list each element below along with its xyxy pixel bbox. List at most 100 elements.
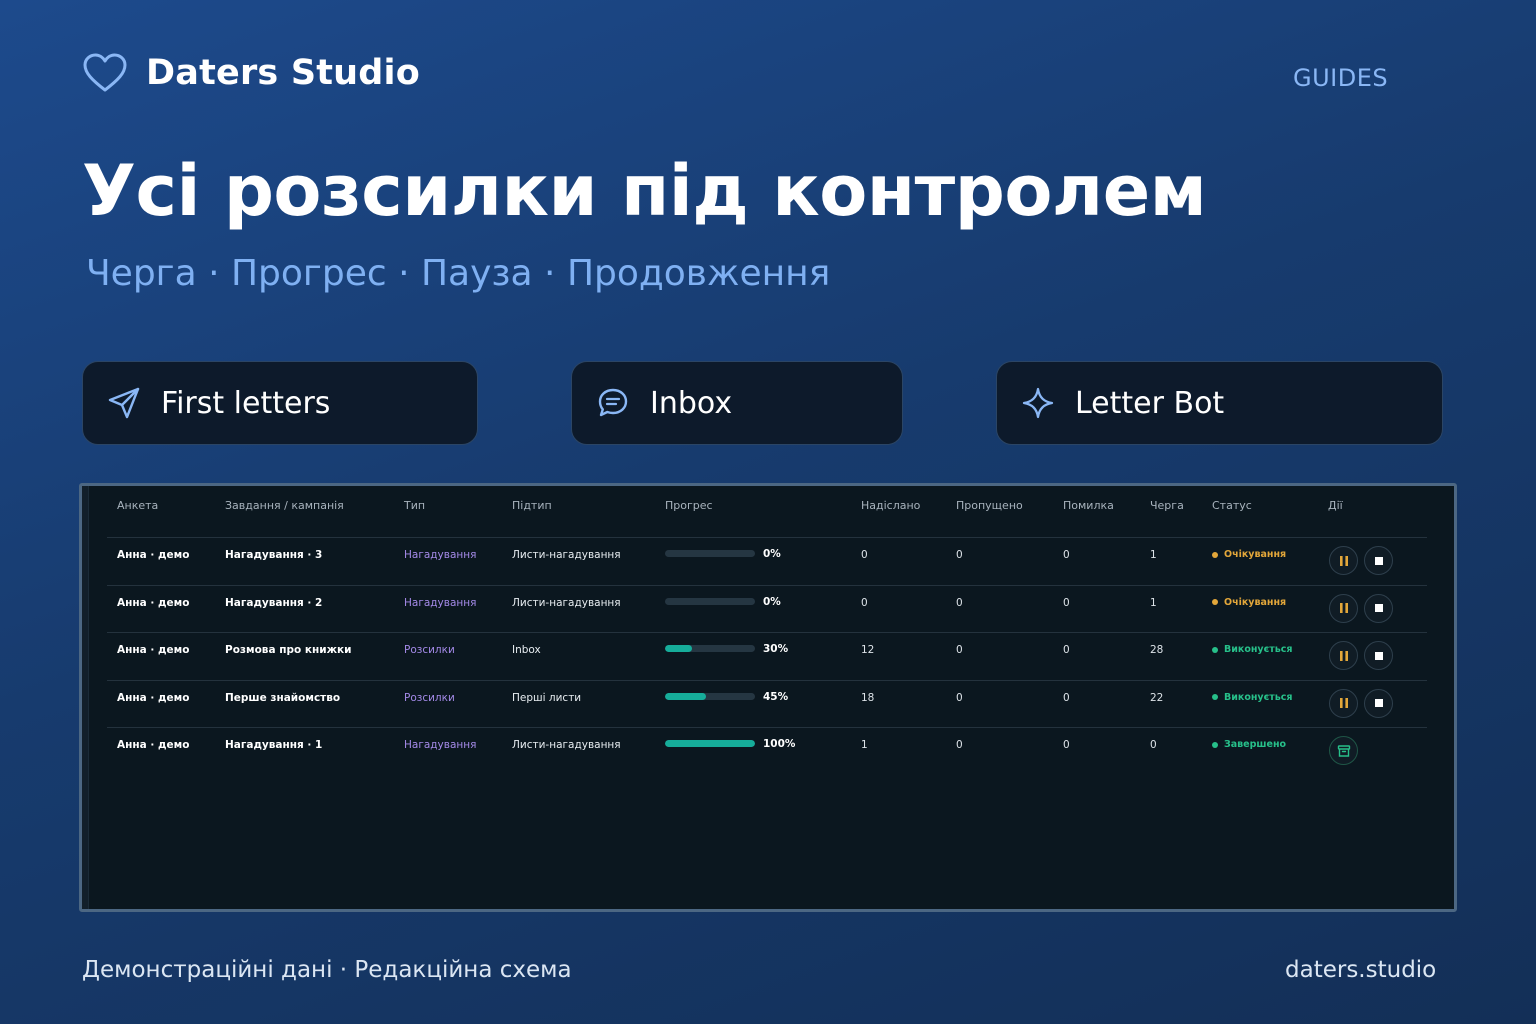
- row-actions: [1329, 593, 1393, 623]
- header-type[interactable]: Тип: [404, 499, 425, 512]
- progress-fill: [665, 692, 706, 700]
- stop-icon: [1374, 699, 1383, 707]
- table-row[interactable]: Анна · демо Нагадування · 3 Нагадування …: [107, 538, 1427, 586]
- progress-bar: [665, 692, 755, 700]
- cell-type: Нагадування: [404, 549, 477, 561]
- progress-fill: [665, 645, 692, 652]
- header-progress[interactable]: Прогрес: [665, 499, 713, 512]
- pause-button[interactable]: [1329, 641, 1358, 670]
- status-badge: Виконується: [1212, 644, 1293, 655]
- progress-bar: [665, 740, 755, 747]
- cell-skipped: 0: [956, 549, 963, 561]
- status-badge: Очікування: [1212, 597, 1286, 608]
- progress-bar: [665, 597, 755, 605]
- progress-bar: [665, 645, 755, 652]
- cell-type: Нагадування: [404, 739, 477, 751]
- header-skipped[interactable]: Пропущено: [956, 499, 1023, 512]
- chat-bubble-icon: [596, 386, 630, 420]
- footer-note: Демонстраційні дані · Редакційна схема: [82, 957, 572, 983]
- cell-task: Перше знайомство: [225, 691, 341, 704]
- cell-subtype: Листи-нагадування: [512, 549, 621, 561]
- pause-icon: [1339, 603, 1348, 613]
- cell-sent: 18: [861, 691, 875, 704]
- progress-label: 0%: [763, 595, 781, 608]
- status-dot: [1212, 551, 1218, 558]
- stop-button[interactable]: [1364, 546, 1393, 575]
- cell-skipped: 0: [956, 596, 963, 609]
- cell-queue: 0: [1150, 739, 1157, 751]
- status-badge: Очікування: [1212, 549, 1286, 560]
- feature-card-inbox[interactable]: Inbox: [571, 361, 903, 445]
- cell-error: 0: [1063, 549, 1070, 561]
- feature-label: Letter Bot: [1075, 385, 1225, 421]
- footer-domain[interactable]: daters.studio: [1285, 957, 1436, 983]
- cell-profile: Анна · демо: [117, 691, 190, 704]
- cell-error: 0: [1063, 644, 1070, 656]
- cell-type: Нагадування: [404, 596, 477, 609]
- stop-icon: [1374, 651, 1383, 660]
- progress-label: 100%: [763, 738, 796, 750]
- stop-icon: [1374, 556, 1383, 565]
- header-status[interactable]: Статус: [1212, 499, 1252, 512]
- status-text: Виконується: [1224, 691, 1293, 703]
- cell-sent: 1: [861, 739, 868, 751]
- status-dot: [1212, 694, 1218, 700]
- cell-skipped: 0: [956, 691, 963, 704]
- header-sent[interactable]: Надіслано: [861, 499, 920, 512]
- header-profile[interactable]: Анкета: [117, 499, 158, 512]
- row-actions: [1329, 641, 1393, 670]
- send-icon: [107, 386, 141, 420]
- cell-profile: Анна · демо: [117, 739, 190, 751]
- table-row[interactable]: Анна · демо Перше знайомство Розсилки Пе…: [107, 681, 1427, 728]
- guides-link[interactable]: GUIDES: [1293, 64, 1388, 92]
- stop-button[interactable]: [1364, 688, 1393, 718]
- feature-card-letter-bot[interactable]: Letter Bot: [996, 361, 1443, 445]
- pause-icon: [1339, 650, 1348, 661]
- sparkle-icon: [1021, 386, 1055, 420]
- page-title: Усі розсилки під контролем: [82, 150, 1207, 232]
- progress-fill: [665, 740, 755, 747]
- table-row[interactable]: Анна · демо Нагадування · 2 Нагадування …: [107, 586, 1427, 633]
- cell-task: Нагадування · 1: [225, 739, 323, 751]
- stop-button[interactable]: [1364, 641, 1393, 670]
- brand[interactable]: Daters Studio: [82, 52, 420, 94]
- table-row[interactable]: Анна · демо Нагадування · 1 Нагадування …: [107, 728, 1427, 776]
- progress-label: 45%: [763, 690, 789, 703]
- cell-skipped: 0: [956, 739, 963, 751]
- archive-icon: [1337, 744, 1350, 757]
- header-task[interactable]: Завдання / кампанія: [225, 499, 344, 512]
- cell-sent: 0: [861, 596, 868, 609]
- status-badge: Завершено: [1212, 739, 1286, 750]
- pause-button[interactable]: [1329, 688, 1358, 718]
- status-dot: [1212, 741, 1218, 748]
- cell-type: Розсилки: [404, 644, 455, 656]
- cell-profile: Анна · демо: [117, 596, 190, 609]
- feature-label: Inbox: [650, 385, 733, 421]
- status-dot: [1212, 599, 1218, 605]
- header-subtype[interactable]: Підтип: [512, 499, 552, 512]
- header-queue[interactable]: Черга: [1150, 499, 1184, 512]
- page-subtitle: Черга · Прогрес · Пауза · Продовження: [86, 253, 831, 294]
- header-actions: Дії: [1328, 499, 1343, 512]
- cell-task: Розмова про книжки: [225, 644, 352, 656]
- archive-button[interactable]: [1329, 736, 1358, 765]
- cell-subtype: Inbox: [512, 644, 541, 656]
- status-dot: [1212, 646, 1218, 653]
- feature-label: First letters: [161, 385, 331, 421]
- header-error[interactable]: Помилка: [1063, 499, 1114, 512]
- cell-queue: 1: [1150, 596, 1157, 609]
- table-row[interactable]: Анна · демо Розмова про книжки Розсилки …: [107, 633, 1427, 681]
- status-text: Виконується: [1224, 644, 1293, 655]
- cell-queue: 1: [1150, 549, 1157, 561]
- cell-error: 0: [1063, 596, 1070, 609]
- table-header: Анкета Завдання / кампанія Тип Підтип Пр…: [107, 486, 1427, 538]
- stop-button[interactable]: [1364, 593, 1393, 623]
- feature-card-first-letters[interactable]: First letters: [82, 361, 478, 445]
- progress-label: 30%: [763, 643, 789, 655]
- cell-subtype: Листи-нагадування: [512, 596, 621, 609]
- cell-sent: 12: [861, 644, 875, 656]
- pause-button[interactable]: [1329, 593, 1358, 623]
- pause-button[interactable]: [1329, 546, 1358, 575]
- status-badge: Виконується: [1212, 692, 1293, 703]
- status-text: Очікування: [1224, 549, 1287, 560]
